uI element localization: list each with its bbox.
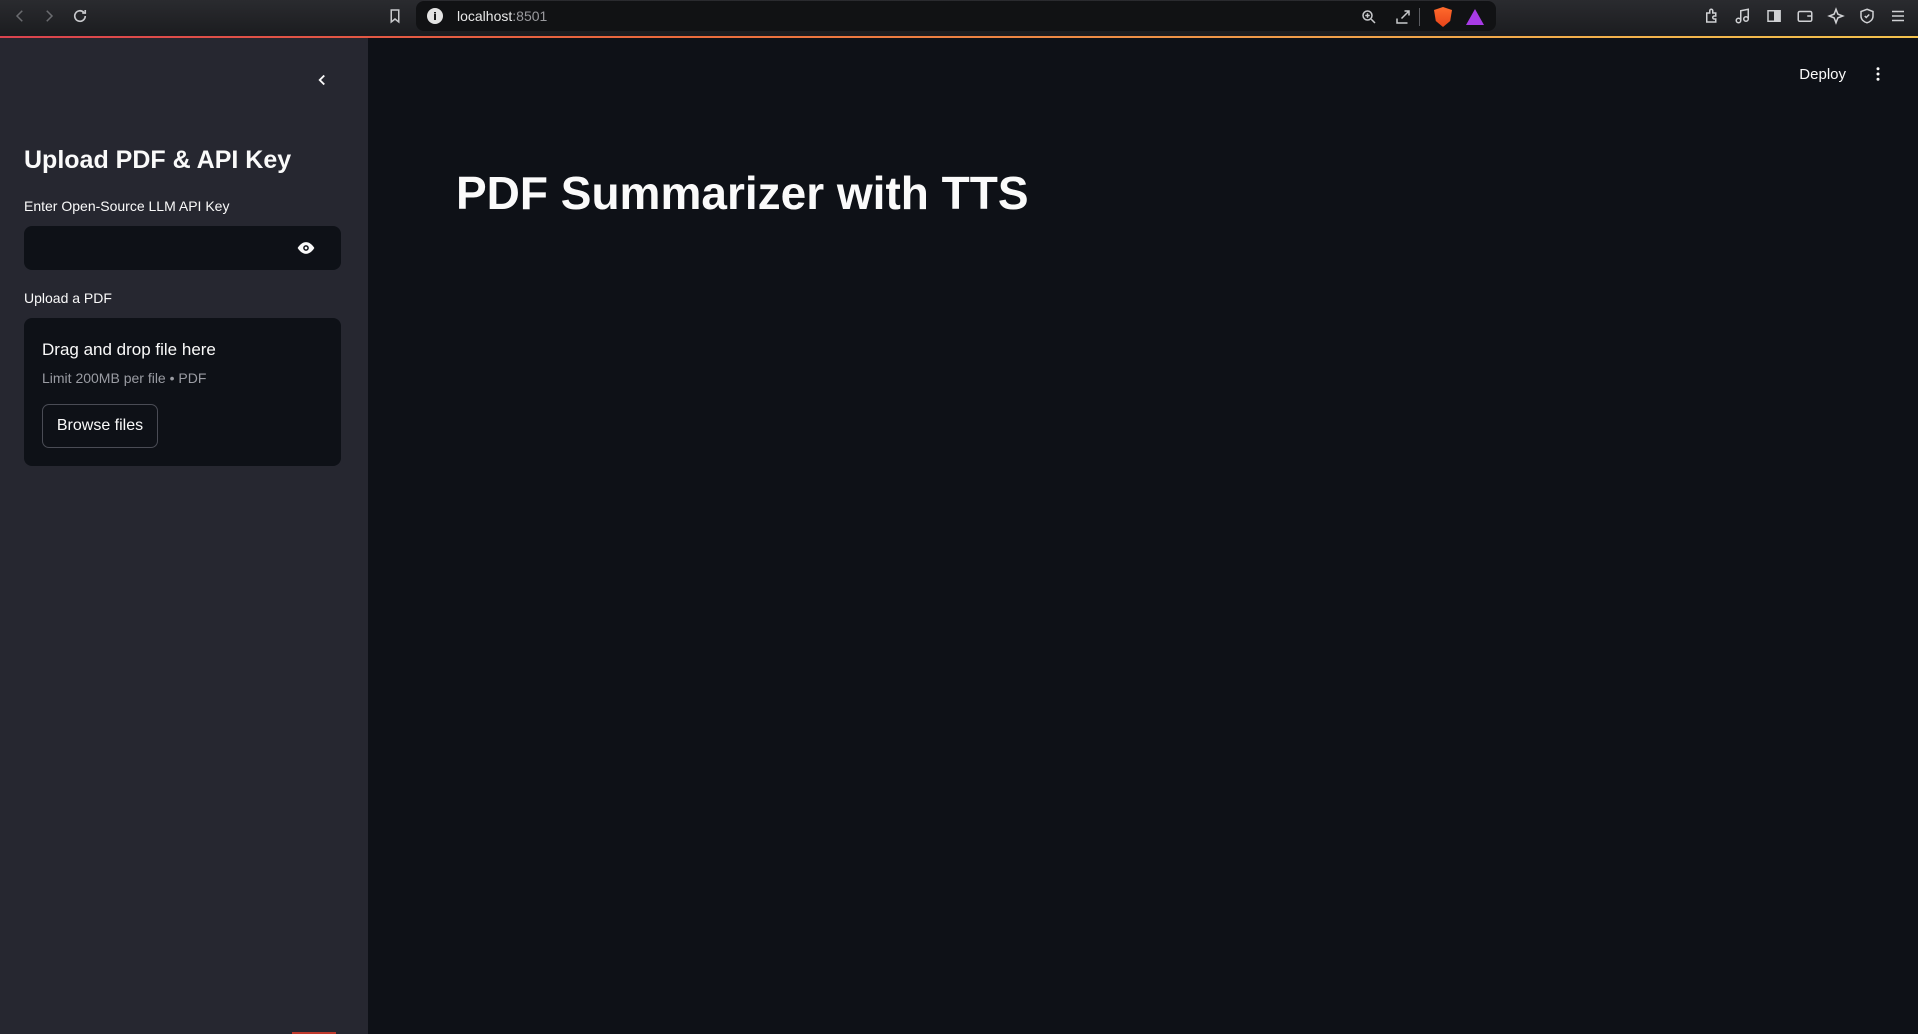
media-icon[interactable]: [1733, 6, 1753, 26]
browser-toolbar: i localhost:8501: [0, 0, 1918, 36]
collapse-sidebar-icon[interactable]: [310, 68, 334, 92]
bookmark-icon[interactable]: [384, 5, 406, 27]
url-host: localhost: [457, 8, 513, 24]
extensions-icon[interactable]: [1702, 6, 1722, 26]
file-dropzone[interactable]: Drag and drop file here Limit 200MB per …: [24, 318, 341, 466]
page-title: PDF Summarizer with TTS: [456, 167, 1029, 219]
upload-label: Upload a PDF: [24, 290, 112, 306]
main-content: Deploy PDF Summarizer with TTS: [368, 38, 1918, 1034]
more-options-icon[interactable]: [1868, 62, 1888, 86]
leo-icon[interactable]: [1826, 6, 1846, 26]
api-key-field[interactable]: [24, 226, 341, 270]
sidebar-title: Upload PDF & API Key: [24, 146, 292, 174]
browse-files-button[interactable]: Browse files: [42, 404, 158, 448]
show-password-icon[interactable]: [295, 238, 317, 258]
sidebar: Upload PDF & API Key Enter Open-Source L…: [0, 38, 368, 1034]
share-icon[interactable]: [1393, 7, 1413, 27]
site-info-icon[interactable]: i: [427, 8, 443, 24]
wallet-icon[interactable]: [1795, 6, 1815, 26]
back-icon[interactable]: [9, 5, 31, 27]
zoom-icon[interactable]: [1359, 7, 1379, 27]
brave-rewards-icon[interactable]: [1466, 9, 1484, 25]
sidebar-icon[interactable]: [1764, 6, 1784, 26]
api-key-label: Enter Open-Source LLM API Key: [24, 198, 230, 214]
vpn-icon[interactable]: [1857, 6, 1877, 26]
brave-shields-icon[interactable]: [1434, 7, 1452, 27]
dropzone-limit: Limit 200MB per file • PDF: [42, 370, 207, 386]
address-bar[interactable]: i localhost:8501: [416, 1, 1496, 31]
reload-icon[interactable]: [69, 5, 91, 27]
url-port: :8501: [512, 8, 548, 24]
api-key-input[interactable]: [24, 226, 284, 270]
deploy-button[interactable]: Deploy: [1799, 66, 1846, 83]
menu-icon[interactable]: [1888, 6, 1908, 26]
separator: [1419, 8, 1420, 26]
dropzone-title: Drag and drop file here: [42, 340, 216, 359]
forward-icon[interactable]: [38, 5, 60, 27]
url-text[interactable]: localhost:8501: [457, 8, 547, 24]
